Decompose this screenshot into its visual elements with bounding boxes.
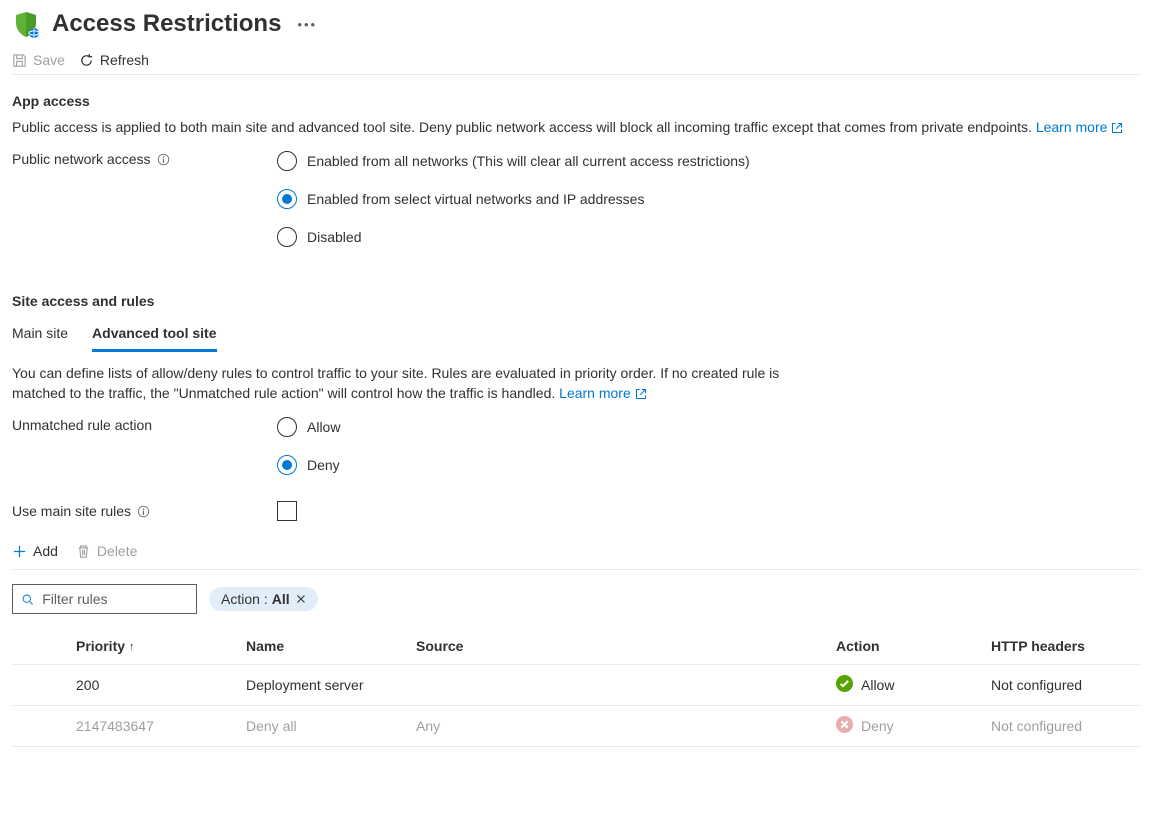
radio-unmatched-deny[interactable]: Deny <box>277 455 340 475</box>
x-circle-icon <box>836 716 853 736</box>
radio-disabled[interactable]: Disabled <box>277 227 750 247</box>
filter-input-wrapper[interactable] <box>12 584 197 614</box>
filter-row: Action : All <box>12 584 1142 614</box>
use-main-site-text: Use main site rules <box>12 503 131 519</box>
cell-source: Any <box>412 706 832 747</box>
public-network-access-row: Public network access Enabled from all n… <box>12 151 1142 247</box>
external-link-icon <box>635 388 647 400</box>
unmatched-rule-label: Unmatched rule action <box>12 417 277 433</box>
radio-icon <box>277 227 297 247</box>
radio-icon <box>277 151 297 171</box>
save-label: Save <box>33 52 65 68</box>
refresh-button[interactable]: Refresh <box>79 52 149 68</box>
learn-more-label: Learn more <box>1036 119 1108 135</box>
close-icon[interactable] <box>294 592 308 606</box>
tab-main-site[interactable]: Main site <box>12 319 68 352</box>
cell-action: Allow <box>832 665 987 706</box>
use-main-site-label: Use main site rules <box>12 503 277 519</box>
info-icon[interactable] <box>157 153 170 166</box>
save-button[interactable]: Save <box>12 52 65 68</box>
refresh-label: Refresh <box>100 52 149 68</box>
radio-enabled-select-label: Enabled from select virtual networks and… <box>307 191 644 207</box>
rules-table: Priority↑ Name Source Action HTTP header… <box>12 628 1142 747</box>
col-source[interactable]: Source <box>412 628 832 665</box>
delete-button[interactable]: Delete <box>76 543 137 559</box>
rules-toolbar: Add Delete <box>12 543 1142 570</box>
add-button[interactable]: Add <box>12 543 58 559</box>
learn-more-link[interactable]: Learn more <box>1036 119 1123 135</box>
radio-enabled-select[interactable]: Enabled from select virtual networks and… <box>277 189 750 209</box>
use-main-site-row: Use main site rules <box>12 501 1142 521</box>
filter-pill-action[interactable]: Action : All <box>209 587 318 611</box>
app-access-heading: App access <box>12 93 1142 109</box>
site-access-desc-text: You can define lists of allow/deny rules… <box>12 365 779 401</box>
radio-icon <box>277 455 297 475</box>
external-link-icon <box>1111 122 1123 134</box>
cell-source <box>412 665 832 706</box>
cell-name: Deployment server <box>242 665 412 706</box>
filter-pill-label: Action : <box>221 591 268 607</box>
command-bar: Save Refresh <box>12 46 1142 75</box>
col-action[interactable]: Action <box>832 628 987 665</box>
tab-advanced-tool-site[interactable]: Advanced tool site <box>92 319 216 352</box>
public-network-access-label: Public network access <box>12 151 277 167</box>
col-priority[interactable]: Priority↑ <box>72 628 242 665</box>
more-button[interactable]: ••• <box>293 17 317 32</box>
cell-http: Not configured <box>987 665 1142 706</box>
search-icon <box>21 592 34 607</box>
cell-name: Deny all <box>242 706 412 747</box>
public-network-radio-group: Enabled from all networks (This will cle… <box>277 151 750 247</box>
filter-input[interactable] <box>40 590 188 608</box>
cell-priority: 2147483647 <box>72 706 242 747</box>
cell-http: Not configured <box>987 706 1142 747</box>
plus-icon <box>12 544 27 559</box>
col-name[interactable]: Name <box>242 628 412 665</box>
shield-icon <box>12 10 40 38</box>
radio-icon <box>277 189 297 209</box>
radio-unmatched-deny-label: Deny <box>307 457 340 473</box>
site-tabs: Main site Advanced tool site <box>12 319 1142 353</box>
radio-disabled-label: Disabled <box>307 229 361 245</box>
unmatched-rule-row: Unmatched rule action Allow Deny <box>12 417 1142 475</box>
site-access-heading: Site access and rules <box>12 293 1142 309</box>
page-title: Access Restrictions <box>52 10 281 38</box>
radio-enabled-all-label: Enabled from all networks (This will cle… <box>307 153 750 169</box>
save-icon <box>12 53 27 68</box>
app-access-desc-text: Public access is applied to both main si… <box>12 119 1032 135</box>
radio-icon <box>277 417 297 437</box>
use-main-site-checkbox[interactable] <box>277 501 297 521</box>
delete-label: Delete <box>97 543 137 559</box>
filter-pill-value: All <box>272 591 290 607</box>
table-row[interactable]: 200Deployment server AllowNot configured <box>12 665 1142 706</box>
cell-priority: 200 <box>72 665 242 706</box>
learn-more-link[interactable]: Learn more <box>559 385 646 401</box>
col-http[interactable]: HTTP headers <box>987 628 1142 665</box>
radio-enabled-all[interactable]: Enabled from all networks (This will cle… <box>277 151 750 171</box>
public-network-access-text: Public network access <box>12 151 151 167</box>
add-label: Add <box>33 543 58 559</box>
refresh-icon <box>79 53 94 68</box>
table-row[interactable]: 2147483647Deny allAnyDenyNot configured <box>12 706 1142 747</box>
sort-asc-icon: ↑ <box>125 641 135 653</box>
unmatched-radio-group: Allow Deny <box>277 417 340 475</box>
learn-more-label: Learn more <box>559 385 631 401</box>
radio-unmatched-allow-label: Allow <box>307 419 340 435</box>
cell-action: Deny <box>832 706 987 747</box>
page-header: Access Restrictions ••• <box>12 0 1142 46</box>
app-access-description: Public access is applied to both main si… <box>12 117 1142 137</box>
info-icon[interactable] <box>137 505 150 518</box>
check-circle-icon <box>836 675 853 695</box>
radio-unmatched-allow[interactable]: Allow <box>277 417 340 437</box>
table-header-row: Priority↑ Name Source Action HTTP header… <box>12 628 1142 665</box>
site-access-description: You can define lists of allow/deny rules… <box>12 363 812 403</box>
trash-icon <box>76 544 91 559</box>
